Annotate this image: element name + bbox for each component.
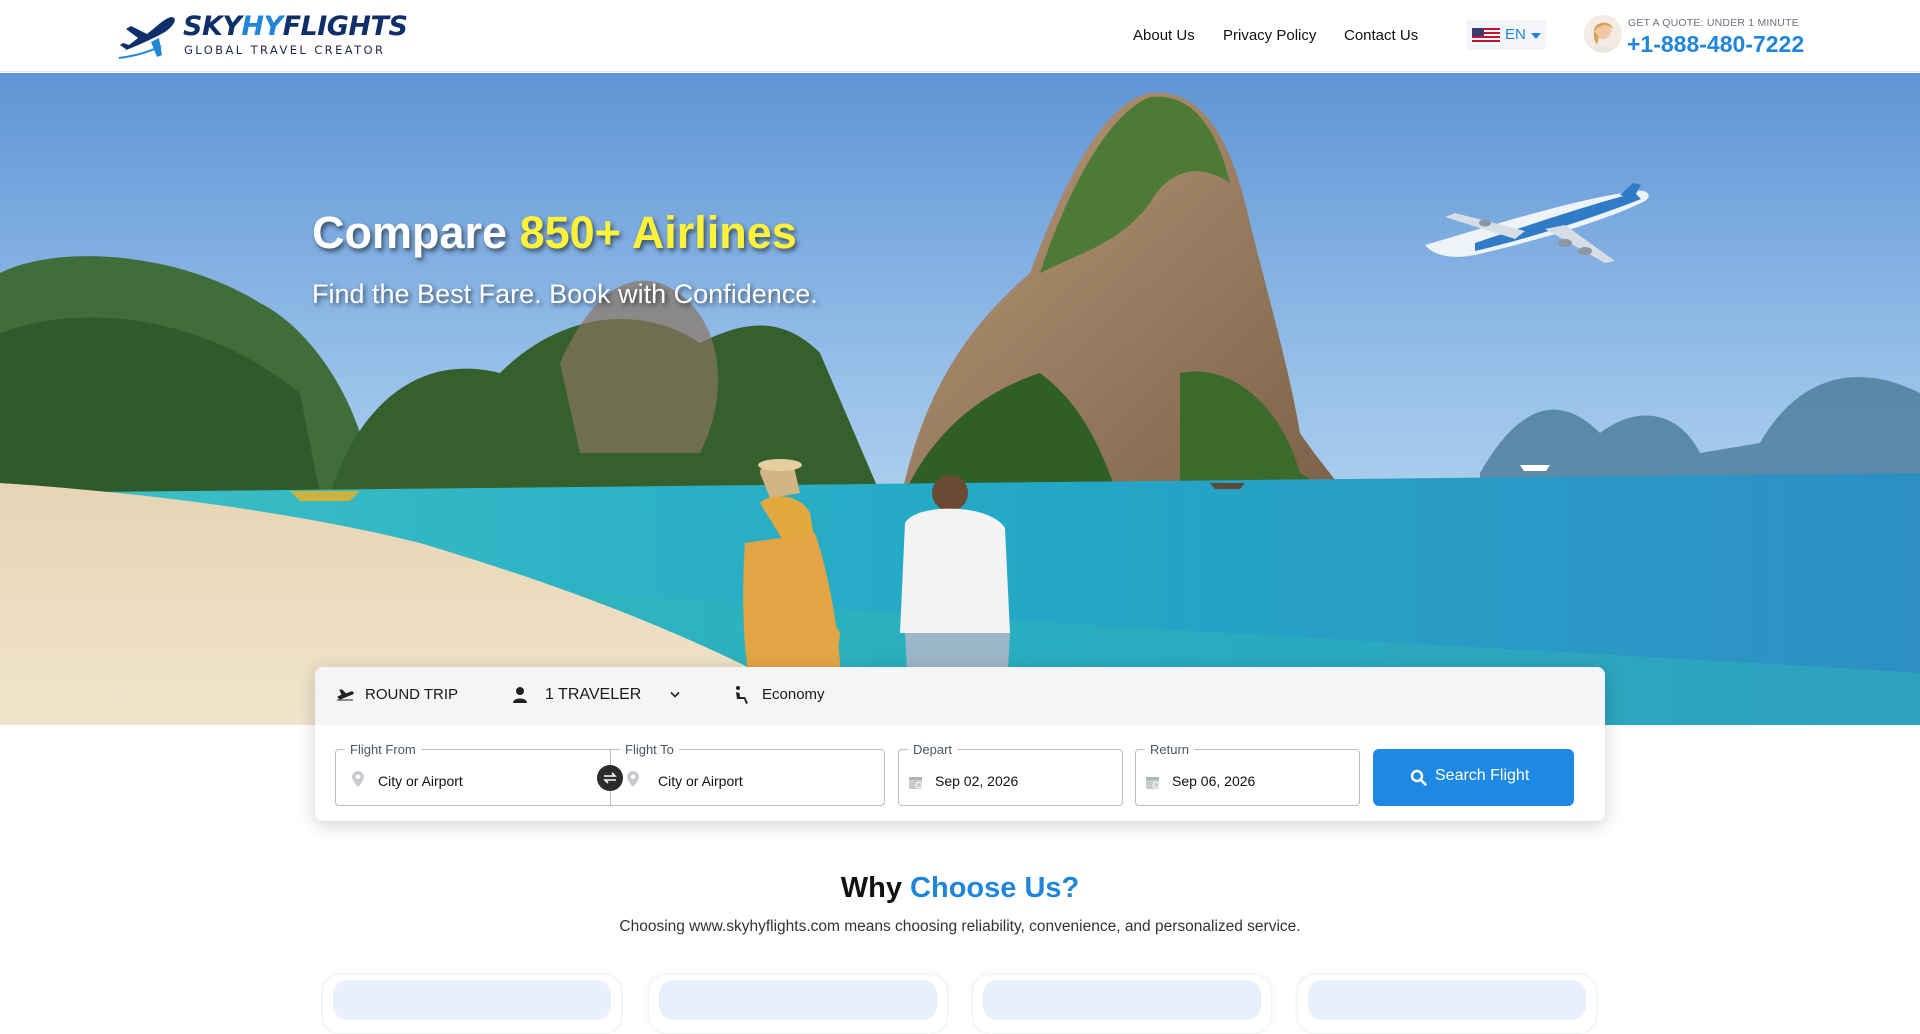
brand-tagline: GLOBAL TRAVEL CREATOR bbox=[184, 43, 386, 57]
nav-about-us[interactable]: About Us bbox=[1133, 27, 1195, 44]
flight-to-field[interactable]: Flight To City or Airport bbox=[610, 742, 885, 806]
hero-banner: Compare 850+ Airlines Find the Best Fare… bbox=[0, 73, 1920, 725]
return-date-input[interactable]: Sep 06, 2026 bbox=[1172, 773, 1255, 789]
depart-date-input[interactable]: Sep 02, 2026 bbox=[935, 773, 1018, 789]
feature-card-header bbox=[659, 980, 937, 1020]
return-date-field[interactable]: Return Sep 06, 2026 bbox=[1135, 742, 1360, 806]
travelers-selector[interactable]: 1 TRAVELER bbox=[545, 686, 641, 704]
why-choose-us-description: Choosing www.skyhyflights.com means choo… bbox=[619, 918, 1301, 935]
search-icon bbox=[1410, 769, 1427, 786]
depart-date-field[interactable]: Depart Sep 02, 2026 bbox=[898, 742, 1123, 806]
language-selector[interactable]: EN bbox=[1466, 20, 1546, 50]
swap-airports-button[interactable] bbox=[597, 765, 623, 791]
airplane-logo-icon bbox=[118, 17, 175, 59]
cabin-class-selector[interactable]: Economy bbox=[762, 686, 825, 703]
site-logo[interactable]: SKYHYFLIGHTS GLOBAL TRAVEL CREATOR bbox=[117, 10, 408, 64]
nav-contact-us[interactable]: Contact Us bbox=[1344, 27, 1418, 44]
plane-takeoff-icon bbox=[337, 689, 354, 701]
swap-arrows-icon bbox=[603, 772, 617, 784]
feature-card bbox=[1297, 974, 1597, 1034]
phone-number-link[interactable]: +1-888-480-7222 bbox=[1627, 31, 1804, 58]
feature-card-header bbox=[333, 980, 611, 1020]
flight-search-widget: ROUND TRIP 1 TRAVELER Economy Flight Fro… bbox=[315, 667, 1605, 821]
us-flag-icon bbox=[1472, 28, 1500, 43]
hero-subtitle: Find the Best Fare. Book with Confidence… bbox=[312, 279, 818, 309]
chevron-down-icon[interactable] bbox=[670, 691, 680, 699]
airplane-photo bbox=[1425, 183, 1649, 263]
location-pin-icon bbox=[627, 771, 639, 787]
beach-hero-image bbox=[0, 73, 1920, 725]
hero-title: Compare 850+ Airlines bbox=[312, 207, 797, 258]
feature-card-header bbox=[1308, 980, 1586, 1020]
calendar-icon bbox=[909, 777, 923, 789]
search-flight-button[interactable]: Search Flight bbox=[1373, 749, 1574, 806]
why-choose-us-heading: Why Choose Us? bbox=[840, 872, 1080, 904]
agent-avatar bbox=[1584, 15, 1622, 53]
search-flight-label: Search Flight bbox=[1435, 767, 1530, 784]
location-pin-icon bbox=[352, 771, 364, 787]
flight-from-input[interactable]: City or Airport bbox=[378, 773, 463, 789]
return-label: Return bbox=[1145, 742, 1195, 757]
seat-icon bbox=[736, 686, 748, 704]
flight-to-input[interactable]: City or Airport bbox=[658, 773, 743, 789]
nav-privacy-policy[interactable]: Privacy Policy bbox=[1223, 27, 1316, 44]
quote-label: GET A QUOTE: UNDER 1 MINUTE bbox=[1628, 17, 1799, 29]
feature-card bbox=[648, 974, 948, 1034]
feature-card bbox=[972, 974, 1272, 1034]
flight-to-label: Flight To bbox=[620, 742, 679, 757]
site-header: SKYHYFLIGHTS GLOBAL TRAVEL CREATOR About… bbox=[0, 0, 1920, 72]
trip-type-selector[interactable]: ROUND TRIP bbox=[365, 686, 458, 703]
language-code: EN bbox=[1505, 26, 1526, 43]
depart-label: Depart bbox=[908, 742, 958, 757]
feature-card-header bbox=[983, 980, 1261, 1020]
feature-card bbox=[322, 974, 622, 1034]
person-icon bbox=[513, 687, 527, 703]
brand-name: SKYHYFLIGHTS bbox=[183, 11, 408, 42]
calendar-icon bbox=[1146, 777, 1160, 789]
search-options-bar: ROUND TRIP 1 TRAVELER Economy bbox=[315, 667, 1605, 725]
flight-from-field[interactable]: Flight From City or Airport bbox=[335, 742, 611, 806]
flight-from-label: Flight From bbox=[345, 742, 421, 757]
caret-down-icon bbox=[1531, 33, 1541, 39]
